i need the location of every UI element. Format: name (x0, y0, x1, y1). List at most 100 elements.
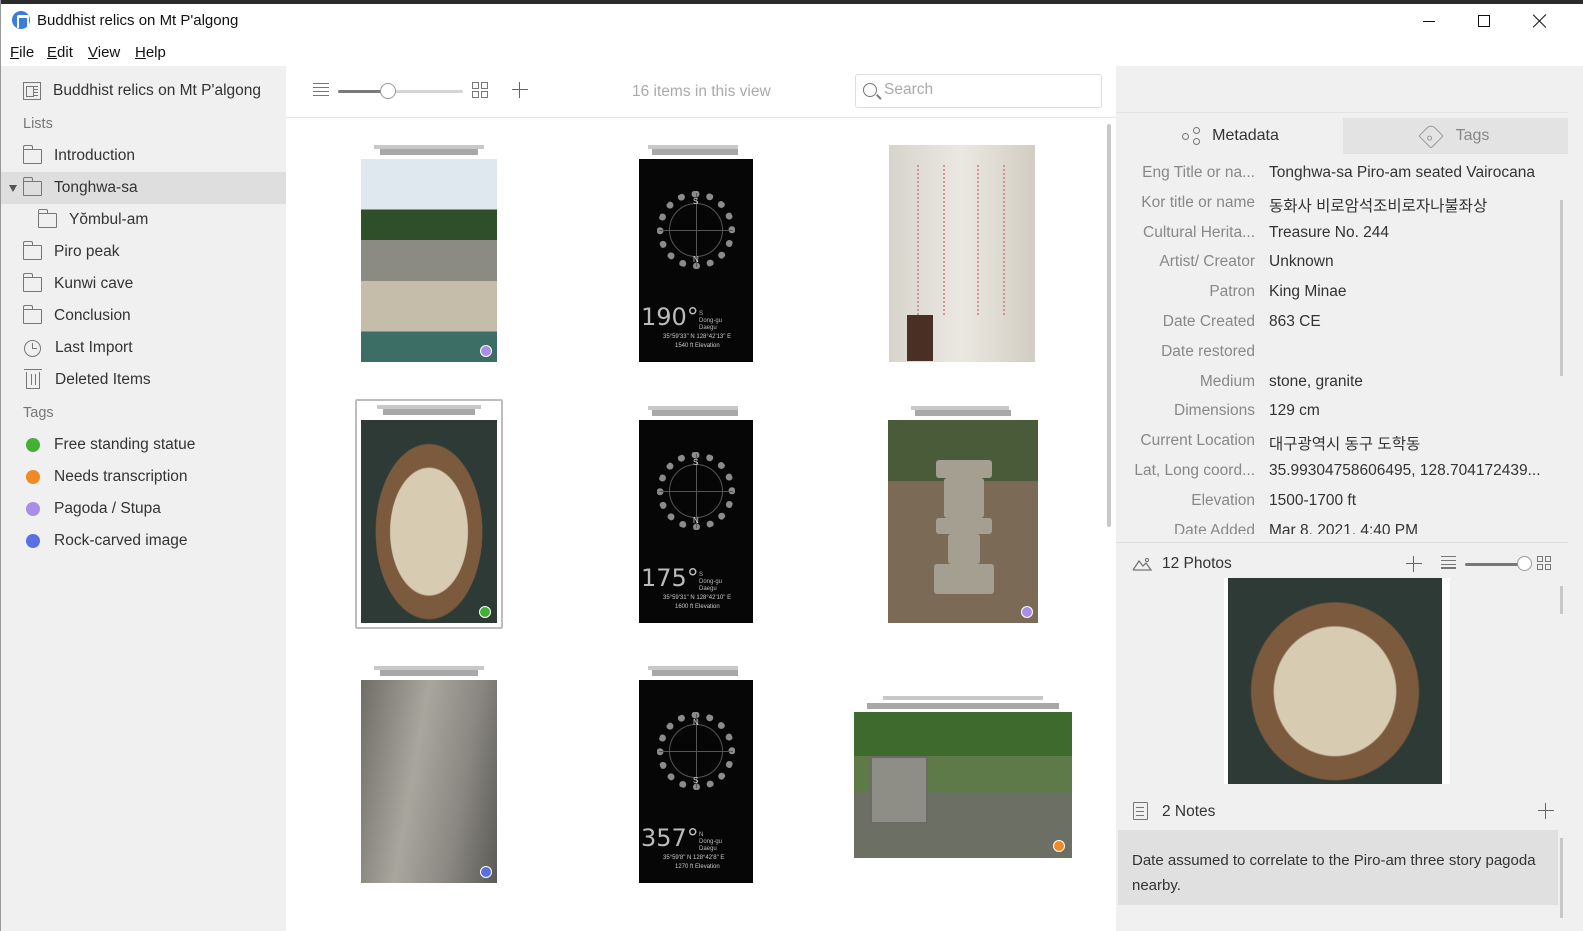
toolbar: 16 items in this view (286, 66, 1116, 118)
sidebar-tag-rock-carved-image[interactable]: Rock-carved image (1, 525, 287, 557)
menu-view[interactable]: View (88, 44, 120, 61)
menu-edit[interactable]: Edit (47, 44, 73, 61)
add-photo-icon[interactable] (1406, 556, 1422, 572)
thumbnail-image (854, 712, 1072, 858)
grid-item[interactable] (888, 145, 1036, 363)
sidebar-item-deleted-items[interactable]: Deleted Items (1, 364, 287, 396)
sidebar-item-piro-peak[interactable]: Piro peak (1, 236, 287, 268)
compass-degree: 357° (641, 824, 699, 852)
metadata-row[interactable]: Date restored (1116, 343, 1568, 373)
metadata-key: Current Location (1140, 432, 1255, 450)
metadata-list: Eng Title or na... Tonghwa-sa Piro-am sea… (1116, 164, 1568, 534)
tab-metadata[interactable]: Metadata (1118, 118, 1343, 154)
metadata-row[interactable]: Kor title or name 동화사 비로암석조비로자나불좌상 (1116, 194, 1568, 224)
add-note-icon[interactable] (1538, 803, 1554, 819)
metadata-row[interactable]: Lat, Long coord... 35.99304758606495, 128… (1116, 462, 1568, 492)
metadata-value[interactable]: King Minae (1269, 283, 1564, 301)
metadata-value[interactable]: 1500-1700 ft (1269, 492, 1564, 510)
metadata-value[interactable]: 대구광역시 동구 도학동 (1269, 432, 1564, 454)
metadata-value[interactable]: Treasure No. 244 (1269, 224, 1564, 242)
metadata-value[interactable]: 863 CE (1269, 313, 1564, 331)
metadata-value[interactable]: stone, granite (1269, 373, 1564, 391)
menu-help[interactable]: Help (135, 44, 166, 61)
close-icon (1533, 14, 1547, 28)
tag-color-dot (480, 866, 492, 878)
search-input[interactable] (884, 81, 1084, 99)
sidebar-item-conclusion[interactable]: Conclusion (1, 300, 287, 332)
minimize-button[interactable] (1406, 6, 1452, 36)
metadata-row[interactable]: Eng Title or na... Tonghwa-sa Piro-am sea… (1116, 164, 1568, 194)
grid-item[interactable] (360, 145, 498, 363)
menu-file[interactable]: File (10, 44, 34, 61)
sidebar-item-label: Piro peak (54, 243, 120, 260)
grid-item[interactable]: N S 357° N Dong-gu Daegu 35°59'8" N 128°42… (638, 666, 754, 884)
metadata-row[interactable]: Date Created 863 CE (1116, 313, 1568, 343)
compass-degree: 175° (641, 564, 699, 592)
grid-item[interactable] (853, 696, 1073, 859)
metadata-row[interactable]: Date Added Mar 8, 2021, 4:40 PM (1116, 522, 1568, 534)
grid-view-icon[interactable] (472, 82, 489, 99)
sidebar-tag-needs-transcription[interactable]: Needs transcription (1, 461, 287, 493)
sidebar-item-label: Yŏmbul-am (69, 211, 149, 228)
expand-caret-icon[interactable] (9, 185, 17, 192)
grid-item[interactable]: N S 190° S Dong-gu Daegu 35°59'33" N 128°4… (638, 145, 754, 363)
compass-city: Daegu (699, 846, 717, 852)
zoom-slider[interactable] (338, 83, 463, 99)
inspector-header (1116, 66, 1568, 113)
sidebar-item-last-import[interactable]: Last Import (1, 332, 287, 364)
photo-preview[interactable] (1224, 578, 1450, 784)
folder-icon (23, 240, 42, 260)
metadata-scrollbar[interactable] (1560, 200, 1563, 376)
search-box[interactable] (855, 74, 1102, 108)
photos-scrollbar[interactable] (1560, 586, 1563, 614)
note-text[interactable]: Date assumed to correlate to the Piro-am… (1118, 830, 1558, 905)
metadata-row[interactable]: Cultural Herita... Treasure No. 244 (1116, 224, 1568, 254)
metadata-row[interactable]: Elevation 1500-1700 ft (1116, 492, 1568, 522)
grid-scrollbar[interactable] (1107, 124, 1111, 527)
metadata-row[interactable]: Current Location 대구광역시 동구 도학동 (1116, 432, 1568, 462)
zoom-slider-thumb[interactable] (380, 83, 396, 99)
tab-tags[interactable]: Tags (1343, 118, 1568, 154)
grid-item-selected[interactable] (355, 399, 503, 629)
photos-zoom-thumb[interactable] (1517, 556, 1532, 571)
sidebar-item-yombul-am[interactable]: Yŏmbul-am (1, 204, 287, 236)
metadata-row[interactable]: Artist/ Creator Unknown (1116, 253, 1568, 283)
notes-header: 2 Notes (1116, 792, 1568, 830)
grid-item[interactable]: N S 175° S Dong-gu Daegu 35°59'31" N 128°4… (638, 406, 754, 624)
photos-zoom-slider[interactable] (1465, 556, 1532, 571)
metadata-value[interactable]: Tonghwa-sa Piro-am seated Vairocana (1269, 164, 1564, 182)
metadata-value[interactable]: Unknown (1269, 253, 1564, 271)
sidebar-tag-pagoda-stupa[interactable]: Pagoda / Stupa (1, 493, 287, 525)
tag-color-dot (1053, 840, 1065, 852)
photos-grid-view-icon[interactable] (1537, 556, 1552, 571)
sidebar-tag-free-standing-statue[interactable]: Free standing statue (1, 429, 287, 461)
metadata-value[interactable]: 35.99304758606495, 128.704172439... (1269, 462, 1564, 480)
tag-color-dot (1021, 606, 1033, 618)
metadata-value[interactable]: Mar 8, 2021, 4:40 PM (1269, 522, 1564, 534)
maximize-icon (1478, 15, 1490, 27)
maximize-button[interactable] (1461, 6, 1507, 36)
close-button[interactable] (1517, 6, 1563, 36)
sidebar-item-kunwi-cave[interactable]: Kunwi cave (1, 268, 287, 300)
list-view-icon[interactable] (313, 83, 329, 97)
sidebar-item-tonghwa-sa[interactable]: Tonghwa-sa (1, 172, 287, 204)
grid-item[interactable] (887, 406, 1039, 624)
menu-view-label: iew (97, 44, 121, 61)
compass-place: Dong-gu (699, 839, 723, 845)
sidebar-item-introduction[interactable]: Introduction (1, 140, 287, 172)
grid-item[interactable] (360, 666, 498, 884)
main-panel: 16 items in this view N S 190° (286, 66, 1116, 931)
metadata-row[interactable]: Medium stone, granite (1116, 373, 1568, 403)
photo-preview-image (1228, 578, 1442, 784)
compass-elevation: 1540 ft Elevation (675, 343, 720, 349)
metadata-value[interactable]: 동화사 비로암석조비로자나불좌상 (1269, 194, 1564, 216)
sidebar-collection[interactable]: Buddhist relics on Mt P'algong (1, 75, 287, 107)
metadata-value[interactable]: 129 cm (1269, 402, 1564, 420)
compass-coords: 35°59'31" N 128°42'10" E (663, 595, 732, 601)
notes-scrollbar[interactable] (1560, 838, 1563, 918)
menu-bar: File Edit View Help (0, 40, 1583, 66)
metadata-row[interactable]: Patron King Minae (1116, 283, 1568, 313)
metadata-row[interactable]: Dimensions 129 cm (1116, 402, 1568, 432)
photos-list-view-icon[interactable] (1441, 556, 1456, 569)
add-item-icon[interactable] (512, 82, 528, 98)
